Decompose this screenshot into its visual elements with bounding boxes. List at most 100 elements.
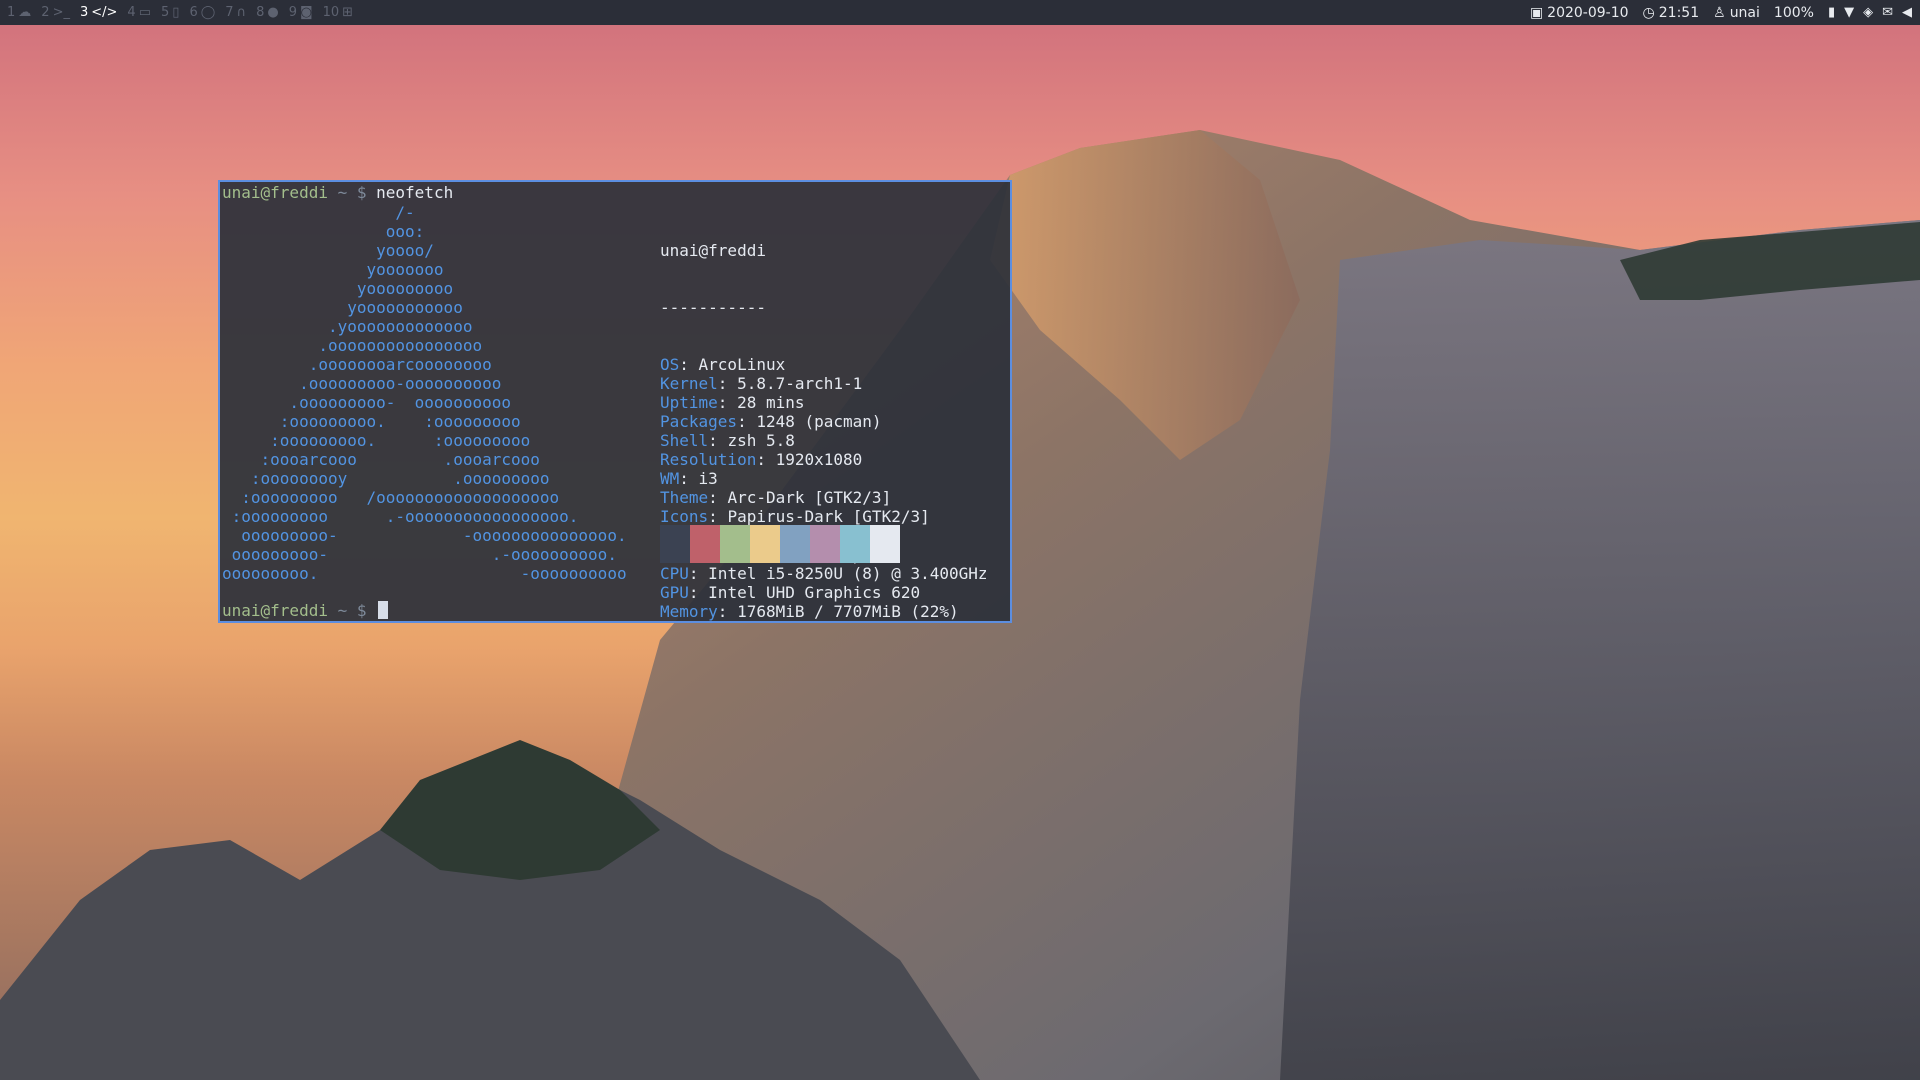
system-tray: ▮ ▼ ◈ ✉ ◀ — [1828, 5, 1912, 20]
logo-line: .oooooooooooooooo — [222, 336, 483, 355]
terminal-window[interactable]: unai@freddi ~ $ neofetch /- ooo: yoooo/ … — [218, 180, 1012, 623]
workspace-2[interactable]: 2 >_ — [38, 0, 77, 25]
info-value: Arc-Dark [GTK2/3] — [727, 488, 892, 507]
info-row: OS: ArcoLinux — [660, 355, 988, 374]
info-row: Resolution: 1920x1080 — [660, 450, 988, 469]
info-value: i3 — [698, 469, 718, 488]
info-key: OS — [660, 355, 680, 374]
prompt-user: unai@freddi — [222, 601, 328, 620]
info-row: Shell: zsh 5.8 — [660, 431, 988, 450]
info-colon: : — [717, 393, 738, 412]
logo-line: ooo: — [222, 222, 425, 241]
camera-icon: ◙ — [299, 5, 313, 20]
system-info: unai@freddi ----------- OS: ArcoLinux Ker… — [660, 203, 988, 621]
workspace-5[interactable]: 5 ▯ — [158, 0, 186, 25]
info-colon: : — [708, 431, 728, 450]
color-swatch — [780, 525, 810, 563]
user-text: unai — [1729, 4, 1760, 21]
info-value: zsh 5.8 — [727, 431, 795, 450]
logo-line: :ooooooooo. :ooooooooo — [222, 431, 531, 450]
info-user-host: unai@freddi — [660, 241, 766, 260]
info-value: 1920x1080 — [775, 450, 863, 469]
info-value: Intel i5-8250U (8) @ 3.400GHz — [708, 564, 988, 583]
info-key: Packages — [660, 412, 738, 431]
info-colon: : — [679, 469, 699, 488]
workspace-3[interactable]: 3 </> — [77, 0, 124, 25]
info-key: WM — [660, 469, 680, 488]
date-text: 2020-09-10 — [1547, 4, 1629, 21]
active-prompt-line[interactable]: unai@freddi ~ $ — [222, 601, 389, 620]
clock-widget[interactable]: ◷ 21:51 — [1643, 5, 1700, 21]
info-colon: : — [688, 583, 709, 602]
info-colon: : — [679, 355, 699, 374]
shield-icon[interactable]: ◈ — [1863, 5, 1873, 20]
info-value: Papirus-Dark [GTK2/3] — [727, 507, 930, 526]
info-colon: : — [688, 564, 709, 583]
brightness-widget[interactable]: 100% — [1774, 5, 1814, 21]
network-icon: ⊞ — [342, 5, 354, 20]
logo-line: ooooooooo- .-oooooooooo. — [222, 545, 617, 564]
terminal-icon: >_ — [52, 5, 70, 20]
workspace-number: 4 — [127, 5, 136, 20]
clock-icon: ◷ — [1642, 4, 1655, 21]
workspace-9[interactable]: 9 ◙ — [286, 0, 320, 25]
workspace-1[interactable]: 1 ☁ — [4, 0, 38, 25]
workspace-10[interactable]: 10 ⊞ — [320, 0, 360, 25]
info-colon: : — [708, 488, 728, 507]
info-key: Resolution — [660, 450, 757, 469]
workspace-8[interactable]: 8 ● — [253, 0, 286, 25]
info-colon: : — [708, 507, 728, 526]
info-separator: ----------- — [660, 298, 766, 317]
prompt-symbol: ~ $ — [327, 601, 377, 620]
color-swatch — [840, 525, 870, 563]
info-row: Memory: 1768MiB / 7707MiB (22%) — [660, 602, 988, 621]
logo-line: yooooooooo — [222, 279, 454, 298]
workspace-7[interactable]: 7 ∩ — [222, 0, 253, 25]
battery-icon[interactable]: ▮ — [1828, 5, 1835, 20]
info-row: Kernel: 5.8.7-arch1-1 — [660, 374, 988, 393]
logo-line: .oooooooarcoooooooo — [222, 355, 492, 374]
info-value: 5.8.7-arch1-1 — [737, 374, 863, 393]
logo-line: :ooooooooy .ooooooooo — [222, 469, 550, 488]
color-swatch — [660, 525, 690, 563]
workspace-number: 5 — [161, 5, 170, 20]
wifi-icon[interactable]: ▼ — [1844, 5, 1854, 20]
user-widget[interactable]: ♙ unai — [1713, 5, 1760, 21]
logo-line: yoooo/ — [222, 241, 434, 260]
mail-icon[interactable]: ✉ — [1882, 5, 1893, 20]
brightness-text: 100% — [1773, 4, 1814, 21]
folder-icon: ▭ — [138, 5, 151, 20]
info-value: ArcoLinux — [698, 355, 786, 374]
logo-line: :oooarcooo .oooarcooo — [222, 450, 540, 469]
color-swatch — [870, 525, 900, 563]
workspace-number: 8 — [256, 5, 265, 20]
info-value: Intel UHD Graphics 620 — [708, 583, 921, 602]
date-widget[interactable]: ▣ 2020-09-10 — [1530, 5, 1629, 21]
code-icon: </> — [91, 5, 118, 20]
info-row: GPU: Intel UHD Graphics 620 — [660, 583, 988, 602]
chat-icon: ◯ — [200, 5, 216, 20]
logo-line: .yooooooooooooo — [222, 317, 473, 336]
workspace-6[interactable]: 6 ◯ — [186, 0, 222, 25]
workspace-number: 6 — [189, 5, 198, 20]
color-swatch — [750, 525, 780, 563]
user-icon: ♙ — [1713, 4, 1726, 21]
logo-line: .ooooooooo-oooooooooo — [222, 374, 502, 393]
text-cursor — [378, 601, 389, 619]
command-line: unai@freddi ~ $ neofetch — [222, 183, 453, 202]
arco-ascii-logo: /- ooo: yoooo/ yooooooo yooooooooo yoooo… — [222, 203, 627, 583]
info-key: Theme — [660, 488, 709, 507]
info-row: Uptime: 28 mins — [660, 393, 988, 412]
volume-icon[interactable]: ◀ — [1902, 5, 1912, 20]
workspace-4[interactable]: 4 ▭ — [124, 0, 158, 25]
workspace-number: 1 — [7, 5, 16, 20]
info-colon: : — [717, 602, 738, 621]
info-row: Packages: 1248 (pacman) — [660, 412, 988, 431]
color-swatch — [690, 525, 720, 563]
top-status-bar: 1 ☁ 2 >_ 3 </> 4 ▭ 5 ▯ 6 ◯ 7 ∩ 8 ● 9 ◙ 10 ⊞ ▣ 2020-09-10 ◷ … — [0, 0, 1920, 25]
logo-line: yooooooo — [222, 260, 444, 279]
info-rows: OS: ArcoLinux Kernel: 5.8.7-arch1-1 Uptime… — [660, 355, 988, 621]
workspace-number: 2 — [41, 5, 50, 20]
workspace-number: 10 — [322, 5, 340, 20]
info-key: Memory — [660, 602, 718, 621]
